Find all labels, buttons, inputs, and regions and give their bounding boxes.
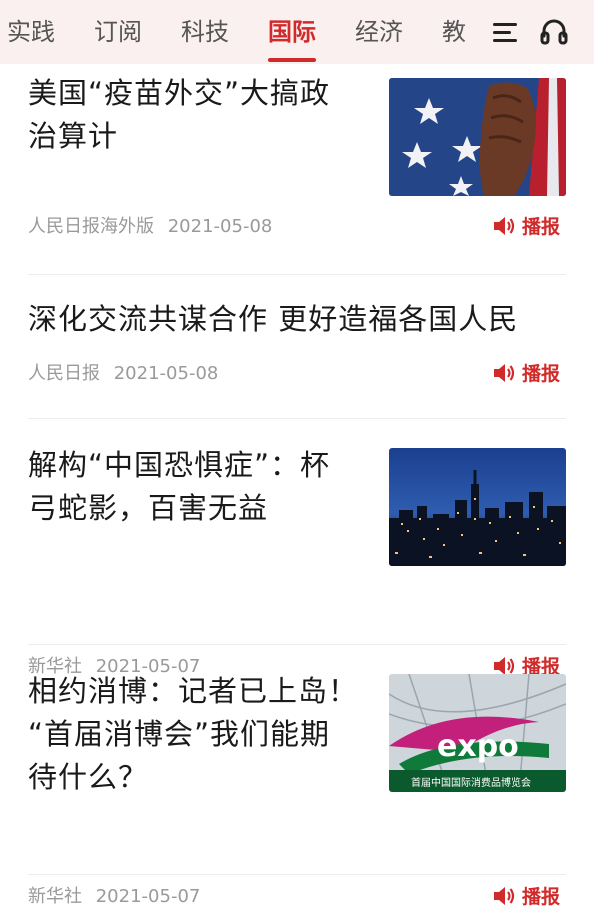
article-date: 2021-05-08 [113, 363, 219, 384]
article-title[interactable]: 深化交流共谋合作 更好造福各国人民 [28, 298, 518, 341]
news-item[interactable]: 相约消博：记者已上岛！ “首届消博会”我们能期 待什么？ expo 首届中国国际… [28, 670, 566, 908]
news-item[interactable]: 深化交流共谋合作 更好造福各国人民 人民日报 2021-05-08 播报 [28, 294, 566, 404]
article-date: 2021-05-08 [167, 216, 273, 237]
news-item[interactable]: 美国“疫苗外交”大搞政 治算计 人民日报海外版 2021-05-08 播报 [28, 72, 566, 272]
article-meta: 人民日报 2021-05-08 [28, 359, 226, 385]
article-source: 人民日报海外版 [28, 216, 154, 237]
divider [28, 418, 566, 419]
channel-tabs: 实践 订阅 科技 国际 经济 教 [0, 0, 498, 64]
article-thumbnail-city[interactable] [389, 448, 566, 566]
tab-subscribe[interactable]: 订阅 [94, 0, 142, 64]
article-title[interactable]: 解构“中国恐惧症”：杯 弓蛇影，百害无益 [28, 444, 330, 530]
expo-logo-text: expo [437, 729, 519, 764]
article-meta: 新华社 2021-05-07 [28, 882, 208, 908]
article-title[interactable]: 相约消博：记者已上岛！ “首届消博会”我们能期 待什么？ [28, 670, 358, 799]
news-item[interactable]: 解构“中国恐惧症”：杯 弓蛇影，百害无益 新华社 2021-05-07 播报 [28, 444, 566, 678]
tab-economy[interactable]: 经济 [355, 0, 403, 64]
article-title[interactable]: 美国“疫苗外交”大搞政 治算计 [28, 72, 330, 158]
broadcast-button[interactable]: 播报 [492, 359, 560, 386]
speaker-icon [493, 216, 515, 235]
broadcast-button[interactable]: 播报 [492, 882, 560, 909]
article-source: 人民日报 [28, 363, 100, 384]
speaker-icon [493, 363, 515, 382]
article-thumbnail-expo[interactable]: expo 首届中国国际消费品博览会 [389, 674, 566, 792]
top-navigation-bar: 实践 订阅 科技 国际 经济 教 [0, 0, 594, 64]
article-source: 新华社 [28, 886, 82, 907]
expo-caption-text: 首届中国国际消费品博览会 [411, 776, 531, 789]
tab-technology[interactable]: 科技 [181, 0, 229, 64]
headphones-icon[interactable] [536, 14, 572, 50]
broadcast-button[interactable]: 播报 [492, 212, 560, 239]
tab-practice[interactable]: 实践 [7, 0, 55, 64]
article-meta: 人民日报海外版 2021-05-08 [28, 212, 280, 238]
divider [28, 274, 566, 275]
menu-icon[interactable] [488, 14, 524, 50]
divider [28, 644, 566, 645]
divider [28, 874, 566, 875]
tab-international[interactable]: 国际 [268, 0, 316, 64]
article-date: 2021-05-07 [95, 886, 201, 907]
speaker-icon [493, 886, 515, 905]
article-thumbnail-flag[interactable] [389, 78, 566, 196]
